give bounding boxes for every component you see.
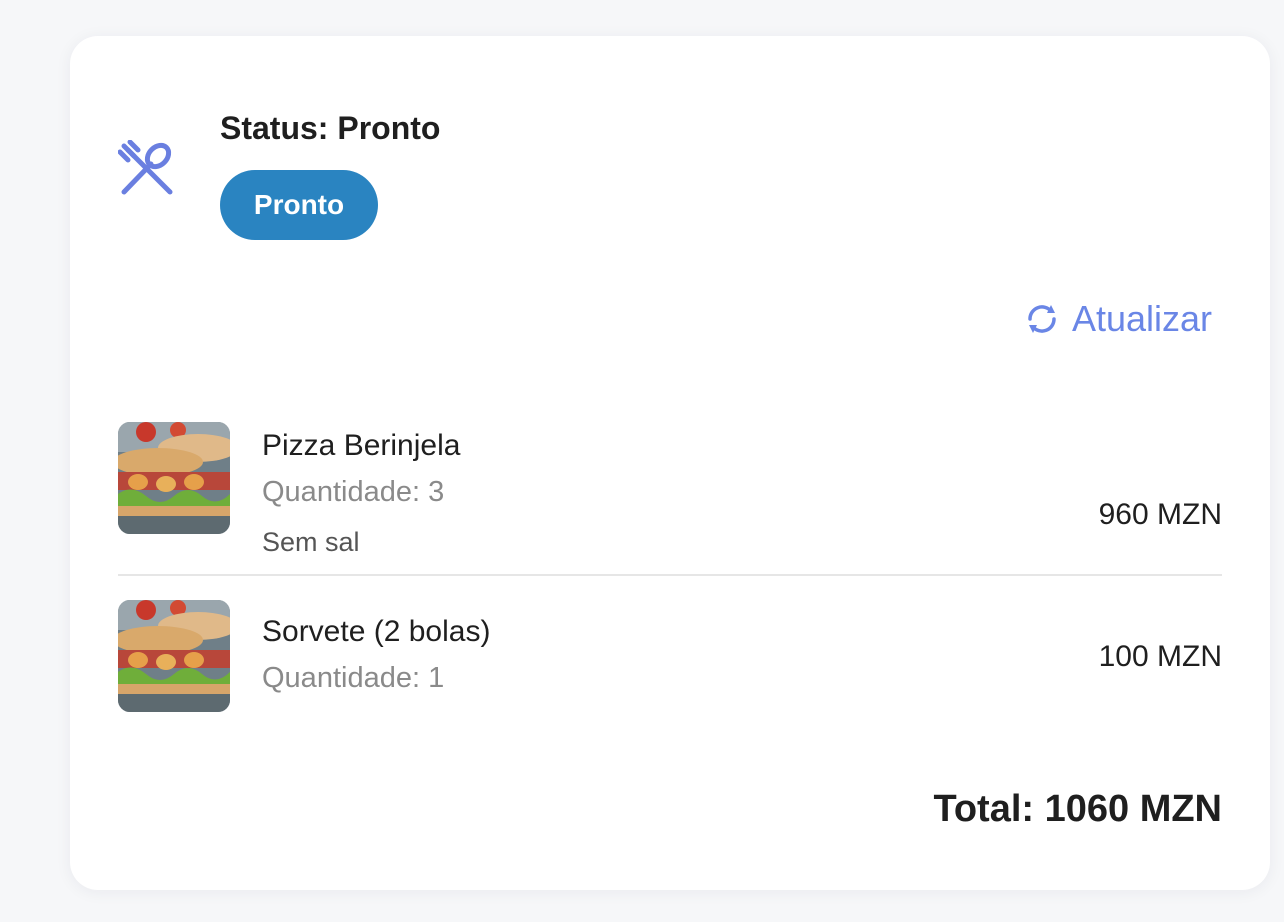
utensils-icon bbox=[118, 140, 173, 195]
list-item: Sorvete (2 bolas) Quantidade: 1 100 MZN bbox=[118, 600, 1222, 712]
item-price: 960 MZN bbox=[1098, 498, 1222, 531]
order-header: Status: Pronto Pronto bbox=[118, 108, 440, 240]
item-info: Sorvete (2 bolas) Quantidade: 1 bbox=[262, 612, 490, 698]
item-price: 100 MZN bbox=[1098, 640, 1222, 673]
item-info: Pizza Berinjela Quantidade: 3 Sem sal bbox=[262, 426, 460, 560]
sandwich-image bbox=[118, 422, 230, 534]
order-card: Status: Pronto Pronto Atualizar Pizza Be… bbox=[70, 36, 1270, 890]
list-item: Pizza Berinjela Quantidade: 3 Sem sal 96… bbox=[118, 422, 1222, 576]
order-items-list: Pizza Berinjela Quantidade: 3 Sem sal 96… bbox=[118, 422, 1222, 712]
sandwich-image bbox=[118, 600, 230, 712]
refresh-icon bbox=[1028, 305, 1056, 333]
item-name: Pizza Berinjela bbox=[262, 429, 461, 462]
status-title: Status: Pronto bbox=[220, 110, 441, 146]
item-name: Sorvete (2 bolas) bbox=[262, 615, 491, 648]
item-quantity: Quantidade: 1 bbox=[262, 662, 445, 694]
status-badge: Pronto bbox=[220, 170, 378, 240]
item-note: Sem sal bbox=[262, 527, 360, 557]
refresh-label: Atualizar bbox=[1071, 298, 1212, 339]
order-total: Total: 1060 MZN bbox=[933, 788, 1222, 830]
status-block: Status: Pronto Pronto bbox=[220, 108, 440, 240]
refresh-button[interactable]: Atualizar bbox=[1024, 298, 1212, 340]
item-quantity: Quantidade: 3 bbox=[262, 476, 445, 508]
